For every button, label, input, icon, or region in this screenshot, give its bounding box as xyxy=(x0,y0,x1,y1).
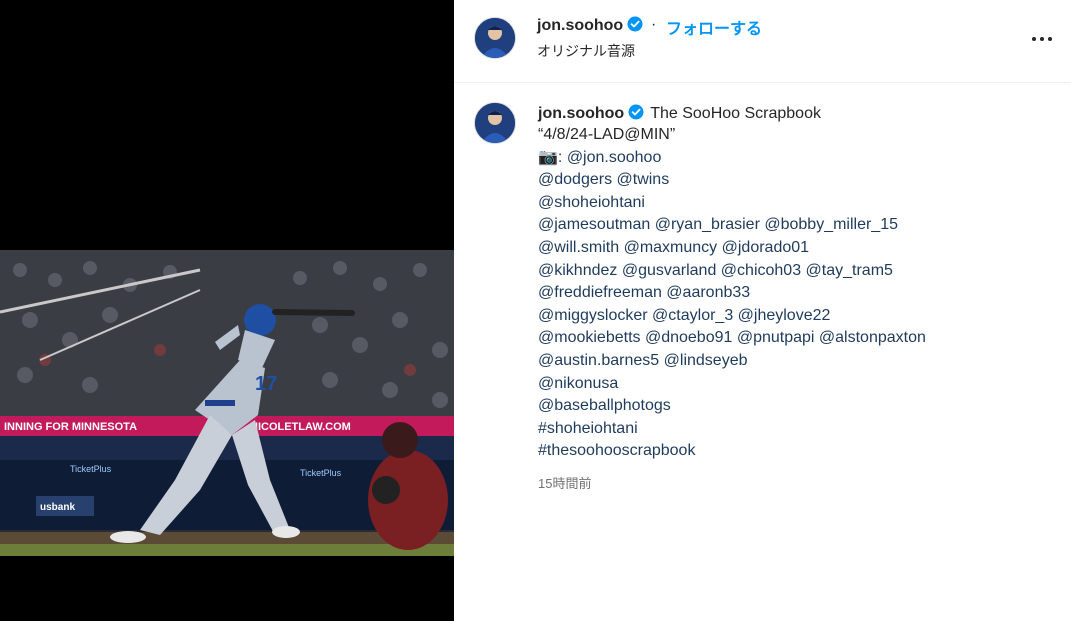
caption-username[interactable]: jon.soohoo xyxy=(538,105,624,122)
caption-line[interactable]: @nikonusa xyxy=(538,373,926,396)
caption-title: The SooHoo Scrapbook xyxy=(650,105,821,122)
more-options-icon[interactable] xyxy=(1030,27,1054,51)
jersey-number: 17 xyxy=(255,373,277,395)
post-timestamp[interactable]: 15時間前 xyxy=(538,473,591,492)
sign-text-1: TicketPlus xyxy=(70,464,112,474)
post-sidebar: jon.soohoo · フォローする オリジナル音源 jon.soohoo Th… xyxy=(454,0,1071,621)
caption-line[interactable]: #shoheiohtani xyxy=(538,418,926,441)
caption-line[interactable]: 📷: @jon.soohoo xyxy=(538,147,926,170)
avatar[interactable] xyxy=(474,17,516,59)
banner-text-right: NICOLETLAW.COM xyxy=(250,421,351,433)
audio-link[interactable]: オリジナル音源 xyxy=(537,41,635,61)
caption-line[interactable]: @miggyslocker @ctaylor_3 @jheylove22 xyxy=(538,305,926,328)
post-header: jon.soohoo · フォローする オリジナル音源 xyxy=(454,0,1071,83)
caption-line: “4/8/24-LAD@MIN” xyxy=(538,126,676,143)
caption-text: “4/8/24-LAD@MIN” 📷: @jon.soohoo @dodgers… xyxy=(538,124,926,463)
sign-text-2: usbank xyxy=(40,502,75,513)
username-link[interactable]: jon.soohoo xyxy=(537,16,643,37)
post-photo[interactable]: INNING FOR MINNESOTA NICOLETLAW.COM Tick… xyxy=(0,250,454,556)
caption-header: jon.soohoo The SooHoo Scrapbook xyxy=(538,104,821,125)
caption-line[interactable]: @baseballphotogs xyxy=(538,395,926,418)
caption-line[interactable]: @kikhndez @gusvarland @chicoh03 @tay_tra… xyxy=(538,260,926,283)
caption-line[interactable]: @dodgers @twins xyxy=(538,169,926,192)
media-pane: INNING FOR MINNESOTA NICOLETLAW.COM Tick… xyxy=(0,0,454,621)
caption-line[interactable]: #thesoohooscrapbook xyxy=(538,440,926,463)
caption-line[interactable]: @jamesoutman @ryan_brasier @bobby_miller… xyxy=(538,214,926,237)
sign-text-3: TicketPlus xyxy=(300,468,342,478)
caption-line[interactable]: @will.smith @maxmuncy @jdorado01 xyxy=(538,237,926,260)
separator-dot: · xyxy=(651,16,657,33)
banner-text-left: INNING FOR MINNESOTA xyxy=(4,421,137,433)
follow-button[interactable]: フォローする xyxy=(666,15,762,39)
caption-line[interactable]: @mookiebetts @dnoebo91 @pnutpapi @alston… xyxy=(538,327,926,350)
caption-avatar[interactable] xyxy=(474,102,516,144)
verified-badge-icon xyxy=(627,16,643,37)
caption-line[interactable]: @austin.barnes5 @lindseyeb xyxy=(538,350,926,373)
caption-line[interactable]: @freddiefreeman @aaronb33 xyxy=(538,282,926,305)
username-text[interactable]: jon.soohoo xyxy=(537,17,623,34)
verified-badge-icon xyxy=(628,104,644,125)
caption-line[interactable]: @shoheiohtani xyxy=(538,192,926,215)
